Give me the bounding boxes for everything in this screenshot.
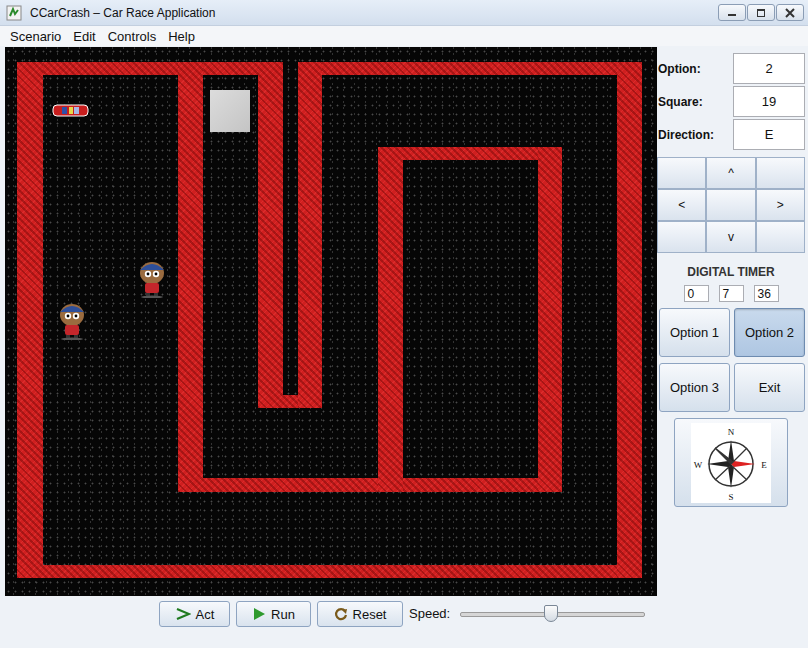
option-buttons: Option 1Option 2Option 3Exit [657,308,805,412]
run-play-icon [252,607,266,621]
wall [17,62,283,75]
wall [538,147,562,492]
arrow-pad: ^< >v [657,157,805,253]
wall [17,565,642,578]
menu-bar: ScenarioEditControlsHelp [0,26,808,46]
status-label: Square: [657,95,703,109]
toolbar-button[interactable]: Run [236,601,311,627]
speed-label: Speed: [409,601,450,627]
compass-button[interactable]: N E S W [674,418,788,507]
side-panel: Option: 2 Square: 19 Direction: E ^< >v DIGITAL … [657,47,805,648]
status-row: Option: 2 [657,52,805,85]
toolbar-button-label: Act [196,607,215,622]
pedestrian-icon [58,302,86,340]
wall [378,147,403,492]
app-icon [6,5,22,21]
compass-north: N [728,427,735,437]
window-title: CCarCrash – Car Race Application [30,6,718,20]
digital-timer: 07 36 [657,285,805,302]
menu-item[interactable]: Controls [102,29,162,44]
speed-slider[interactable] [460,601,645,627]
timer-field: 36 [754,285,779,302]
status-field: 2 [733,53,805,84]
arrow-key[interactable]: ^ [706,157,755,189]
compass-south: S [728,492,733,502]
act-arrow-icon [175,607,191,621]
pedestrian-icon [138,260,166,298]
close-icon [784,8,796,18]
status-label: Option: [657,62,701,76]
option-button[interactable]: Option 2 [734,308,805,357]
wall [298,62,642,75]
minimize-button[interactable] [718,4,746,21]
wall [298,62,322,408]
arrow-key[interactable] [657,157,706,189]
compass-west: W [694,460,703,470]
wall [178,478,562,492]
timer-field: 7 [719,285,744,302]
status-field: 19 [733,86,805,117]
reset-icon [334,607,348,621]
wall [617,62,642,578]
toolbar-button[interactable]: Reset [317,601,403,627]
arrow-key[interactable]: > [756,189,805,221]
arrow-key[interactable] [706,189,755,221]
wall [17,62,43,578]
compass-east: E [761,460,767,470]
timer-title: DIGITAL TIMER [657,265,805,279]
status-row: Direction: E [657,118,805,151]
close-button[interactable] [776,4,804,21]
maximize-icon [755,8,767,18]
car-icon [52,103,89,118]
option-button[interactable]: Option 1 [659,308,730,357]
slider-thumb[interactable] [544,605,558,622]
menu-item[interactable]: Help [162,29,201,44]
wall [258,62,283,408]
arrow-key[interactable] [657,221,706,253]
toolbar-button-label: Reset [353,607,387,622]
toolbar-button-label: Run [271,607,295,622]
status-field: E [733,119,805,150]
status-label: Direction: [657,128,714,142]
arrow-key[interactable]: < [657,189,706,221]
menu-item[interactable]: Edit [67,29,101,44]
option-button[interactable]: Exit [734,363,805,412]
app-window: CCarCrash – Car Race Application Scenario… [0,0,808,648]
control-bar: Act Run Reset Speed: [5,596,657,648]
title-bar: CCarCrash – Car Race Application [0,0,808,26]
arrow-key[interactable] [756,221,805,253]
arrow-key[interactable] [756,157,805,189]
status-row: Square: 19 [657,85,805,118]
wall [178,62,203,492]
compass-icon: N E S W [691,423,771,503]
timer-field: 0 [684,285,709,302]
target-square [210,90,250,132]
game-board [5,47,657,596]
option-button[interactable]: Option 3 [659,363,730,412]
minimize-icon [726,8,738,18]
arrow-key[interactable]: v [706,221,755,253]
wall [378,147,562,160]
menu-item[interactable]: Scenario [4,29,67,44]
maximize-button[interactable] [747,4,775,21]
toolbar-button[interactable]: Act [159,601,230,627]
